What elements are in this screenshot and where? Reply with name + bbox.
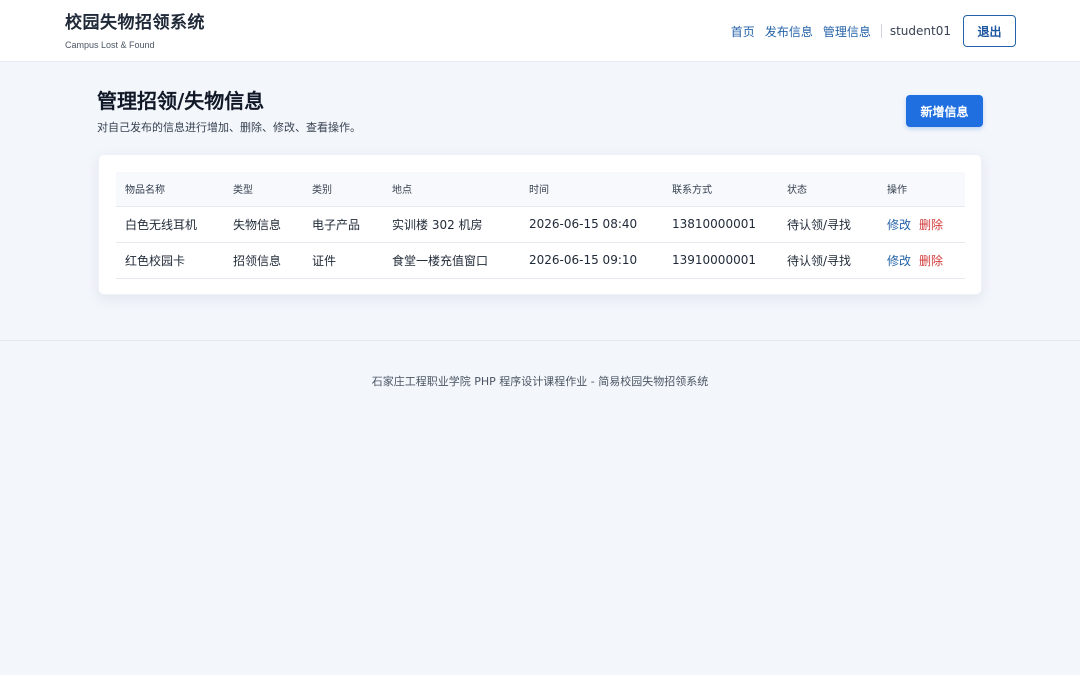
cell-category: 证件: [303, 242, 383, 279]
column-header-type: 类型: [224, 172, 303, 207]
column-header-time: 时间: [520, 172, 663, 207]
cell-type: 失物信息: [224, 206, 303, 243]
column-header-status: 状态: [778, 172, 878, 207]
delete-link[interactable]: 删除: [919, 254, 943, 268]
page-title: 管理招领/失物信息: [97, 89, 265, 113]
edit-link[interactable]: 修改: [887, 218, 911, 232]
brand-subtitle: Campus Lost & Found: [65, 40, 155, 50]
edit-link[interactable]: 修改: [887, 254, 911, 268]
footer-text: 石家庄工程职业学院 PHP 程序设计课程作业 - 简易校园失物招领系统: [371, 375, 709, 388]
column-header-name: 物品名称: [116, 172, 224, 207]
table-header-row: 物品名称 类型 类别 地点 时间 联系方式 状态 操作: [116, 172, 965, 207]
table-row: 红色校园卡 招领信息 证件 食堂一楼充值窗口 2026-06-15 09:10 …: [116, 242, 965, 279]
column-header-contact: 联系方式: [663, 172, 778, 207]
page-header: 管理招领/失物信息 对自己发布的信息进行增加、删除、修改、查看操作。: [97, 88, 361, 135]
cell-time: 2026-06-15 09:10: [520, 242, 663, 279]
items-table: 物品名称 类型 类别 地点 时间 联系方式 状态 操作 白色无线耳机 失物信息 …: [116, 172, 965, 279]
page-description: 对自己发布的信息进行增加、删除、修改、查看操作。: [97, 121, 361, 134]
cell-location: 实训楼 302 机房: [383, 206, 520, 243]
add-item-button[interactable]: 新增信息: [906, 95, 983, 127]
column-header-location: 地点: [383, 172, 520, 207]
current-username: student01: [889, 24, 951, 38]
nav-link-publish[interactable]: 发布信息: [765, 23, 813, 40]
cell-type: 招领信息: [224, 242, 303, 279]
table-row: 白色无线耳机 失物信息 电子产品 实训楼 302 机房 2026-06-15 0…: [116, 206, 965, 243]
top-navbar: 校园失物招领系统 Campus Lost & Found 首页 发布信息 管理信…: [0, 0, 1080, 62]
nav-link-home[interactable]: 首页: [731, 23, 755, 40]
nav-menu: 首页 发布信息 管理信息 student01 退出: [731, 15, 1016, 47]
nav-link-manage[interactable]: 管理信息: [823, 23, 871, 40]
footer-divider: [0, 340, 1080, 341]
brand[interactable]: 校园失物招领系统 Campus Lost & Found: [65, 12, 205, 52]
cell-actions: 修改 删除: [878, 242, 965, 279]
column-header-category: 类别: [303, 172, 383, 207]
cell-actions: 修改 删除: [878, 206, 965, 243]
brand-title: 校园失物招领系统: [65, 13, 205, 33]
delete-link[interactable]: 删除: [919, 218, 943, 232]
logout-button[interactable]: 退出: [963, 15, 1016, 47]
nav-divider: [880, 24, 882, 38]
cell-contact: 13910000001: [663, 242, 778, 279]
column-header-actions: 操作: [878, 172, 965, 207]
cell-location: 食堂一楼充值窗口: [383, 242, 520, 279]
cell-category: 电子产品: [303, 206, 383, 243]
cell-contact: 13810000001: [663, 206, 778, 243]
cell-time: 2026-06-15 08:40: [520, 206, 663, 243]
cell-status: 待认领/寻找: [778, 242, 878, 279]
items-table-card: 物品名称 类型 类别 地点 时间 联系方式 状态 操作 白色无线耳机 失物信息 …: [98, 154, 982, 295]
cell-status: 待认领/寻找: [778, 206, 878, 243]
cell-name: 红色校园卡: [116, 242, 224, 279]
cell-name: 白色无线耳机: [116, 206, 224, 243]
